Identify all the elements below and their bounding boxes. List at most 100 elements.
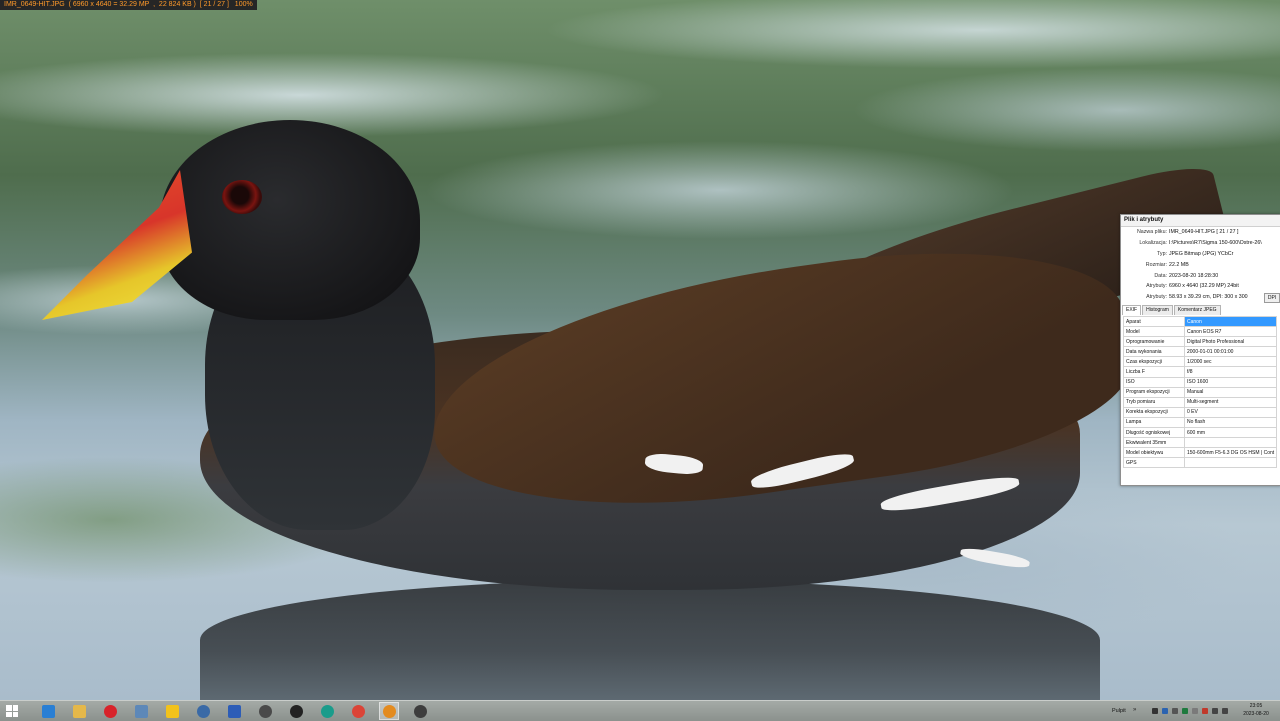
exif-key: Oprogramowanie [1123, 336, 1185, 348]
exif-value: Canon EOS R7 [1184, 326, 1277, 338]
bird-eye [222, 180, 262, 214]
exif-value: 150-600mm F5-6.3 DG OS HSM | Cont [1184, 447, 1277, 459]
wing-stripe [959, 546, 1031, 570]
prop-key: Atrybuty: [1146, 294, 1167, 301]
taskbar-button[interactable] [255, 702, 275, 720]
chrome-icon [351, 704, 365, 718]
prop-key: Atrybuty: [1146, 283, 1167, 290]
tray-app-icon[interactable] [1172, 708, 1178, 714]
exif-value: 600 mm [1184, 427, 1277, 439]
props-tabs: EXIF Histogram Komentarz JPEG [1122, 305, 1222, 315]
exif-key: Model [1123, 326, 1185, 338]
prop-key: Lokalizacja: [1139, 239, 1167, 246]
taskbar-button[interactable] [193, 702, 213, 720]
exif-key: Korekta ekspozycji [1123, 406, 1185, 418]
clock-date: 2023-08-20 [1243, 711, 1269, 717]
exif-value: No flash [1184, 416, 1277, 429]
exif-row[interactable]: Tryb pomiaru Multi-segment [1123, 396, 1277, 408]
exif-key: Program ekspozycji [1123, 386, 1185, 398]
prop-value: 6960 x 4640 (32.29 MP) 24bit [1169, 283, 1239, 290]
network-tray-icon[interactable] [1212, 708, 1218, 714]
start-button[interactable] [2, 702, 22, 720]
exif-row[interactable]: Ekwiwalent 35mm [1123, 437, 1277, 449]
exif-value: 2000-01-01 00:01:00 [1184, 346, 1277, 358]
tab-exif[interactable]: EXIF [1122, 305, 1142, 315]
prop-key: Typ: [1156, 250, 1167, 257]
windows-logo-icon [6, 705, 18, 717]
taskbar: Pulpit » 23:05 2023-08-20 [0, 700, 1280, 721]
taskbar-button[interactable] [410, 702, 430, 720]
exif-value: ISO 1600 [1184, 376, 1277, 388]
prop-value: 22.2 MB [1169, 261, 1189, 268]
exif-row[interactable]: Oprogramowanie Digital Photo Professional [1123, 336, 1277, 348]
exif-key: Długość ogniskowej [1123, 427, 1185, 439]
prop-value: 2023-08-20 18:28:30 [1169, 272, 1219, 279]
exif-row[interactable]: Data wykonania 2000-01-01 00:01:00 [1123, 346, 1277, 358]
tray-app-icon[interactable] [1152, 708, 1158, 714]
exif-row[interactable]: Długość ogniskowej 600 mm [1123, 427, 1277, 439]
taskbar-button[interactable] [379, 702, 399, 720]
notepad-icon [134, 704, 148, 718]
exif-key: Model obiektywu [1123, 447, 1185, 459]
tab-histogram[interactable]: Histogram [1142, 305, 1173, 315]
taskbar-button[interactable] [131, 702, 151, 720]
tray-app-icon[interactable] [1192, 708, 1198, 714]
taskbar-button[interactable] [286, 702, 306, 720]
network-icon [196, 704, 210, 718]
taskbar-button[interactable] [100, 702, 120, 720]
taskbar-button[interactable] [317, 702, 337, 720]
floppy-save-icon [227, 704, 241, 718]
exif-value: Digital Photo Professional [1184, 336, 1277, 348]
exif-row[interactable]: Lampa No flash [1123, 416, 1277, 429]
dpi-button[interactable]: DPI [1264, 293, 1280, 304]
exif-key: Lampa [1123, 416, 1185, 429]
exif-row[interactable]: Model obiektywu 150-600mm F5-6.3 DG OS HS… [1123, 447, 1277, 459]
exif-value [1184, 437, 1277, 449]
tray-expand-icon[interactable]: » [1133, 701, 1136, 721]
exif-row[interactable]: Aparat Canon [1123, 315, 1277, 328]
taskbar-button[interactable] [348, 702, 368, 720]
taskbar-button[interactable] [162, 702, 182, 720]
desktop-toolbar-label[interactable]: Pulpit [1112, 701, 1126, 721]
internet-explorer-icon [41, 704, 55, 718]
panel-title: Plik i atrybuty [1121, 215, 1280, 227]
taskbar-button[interactable] [38, 702, 58, 720]
exif-value [1184, 457, 1277, 469]
tool-app-icon [413, 704, 427, 718]
exif-value: Multi-segment [1184, 396, 1277, 408]
volume-icon[interactable] [1222, 708, 1228, 714]
prop-value: 58.93 x 39.29 cm, DPI: 300 x 300 [1169, 294, 1248, 301]
exif-value: Canon [1184, 315, 1277, 328]
exif-row[interactable]: Model Canon EOS R7 [1123, 326, 1277, 338]
prop-value: IMR_0649-HIT.JPG [ 21 / 27 ] [1169, 229, 1239, 235]
tray-app-icon[interactable] [1202, 708, 1208, 714]
exif-key: Ekwiwalent 35mm [1123, 437, 1185, 449]
exif-row[interactable]: Czas ekspozycji 1/2000 sec [1123, 356, 1277, 368]
exif-row[interactable]: Korekta ekspozycji 0 EV [1123, 406, 1277, 418]
exif-key: Tryb pomiaru [1123, 396, 1185, 408]
exif-row[interactable]: Program ekspozycji Manual [1123, 386, 1277, 398]
prop-value: I:\Pictures\R7\Sigma 150-600\Ostre-26\ [1169, 239, 1262, 246]
clock-time: 23:05 [1249, 703, 1263, 709]
prop-value: JPEG Bitmap (JPG) YCbCr [1169, 250, 1234, 257]
taskbar-button[interactable] [69, 702, 89, 720]
exif-row[interactable]: ISO ISO 1600 [1123, 376, 1277, 388]
exif-value: f/8 [1184, 366, 1277, 378]
system-clock[interactable]: 23:05 2023-08-20 [1236, 702, 1276, 718]
exif-key: Czas ekspozycji [1123, 356, 1185, 368]
exif-row[interactable]: Liczba Ff/8 [1123, 366, 1277, 378]
tray-app-icon[interactable] [1162, 708, 1168, 714]
tray-app-icon[interactable] [1182, 708, 1188, 714]
taskbar-button[interactable] [224, 702, 244, 720]
driver-tool-icon [258, 704, 272, 718]
tab-jpeg-comment[interactable]: Komentarz JPEG [1173, 305, 1221, 315]
photo-canvas [0, 0, 1280, 700]
image-viewer-icon [382, 704, 396, 718]
exif-row[interactable]: GPS [1123, 457, 1277, 469]
prop-row: Lokalizacja: I:\Pictures\R7\Sigma 150-600… [1121, 238, 1280, 249]
prop-key: Rozmiar: [1145, 261, 1167, 268]
exif-key: Liczba F [1123, 366, 1185, 378]
exif-value: 0 EV [1184, 406, 1277, 418]
prop-row: Data: 2023-08-20 18:28:30 [1121, 271, 1280, 282]
bird-beak [42, 170, 192, 320]
